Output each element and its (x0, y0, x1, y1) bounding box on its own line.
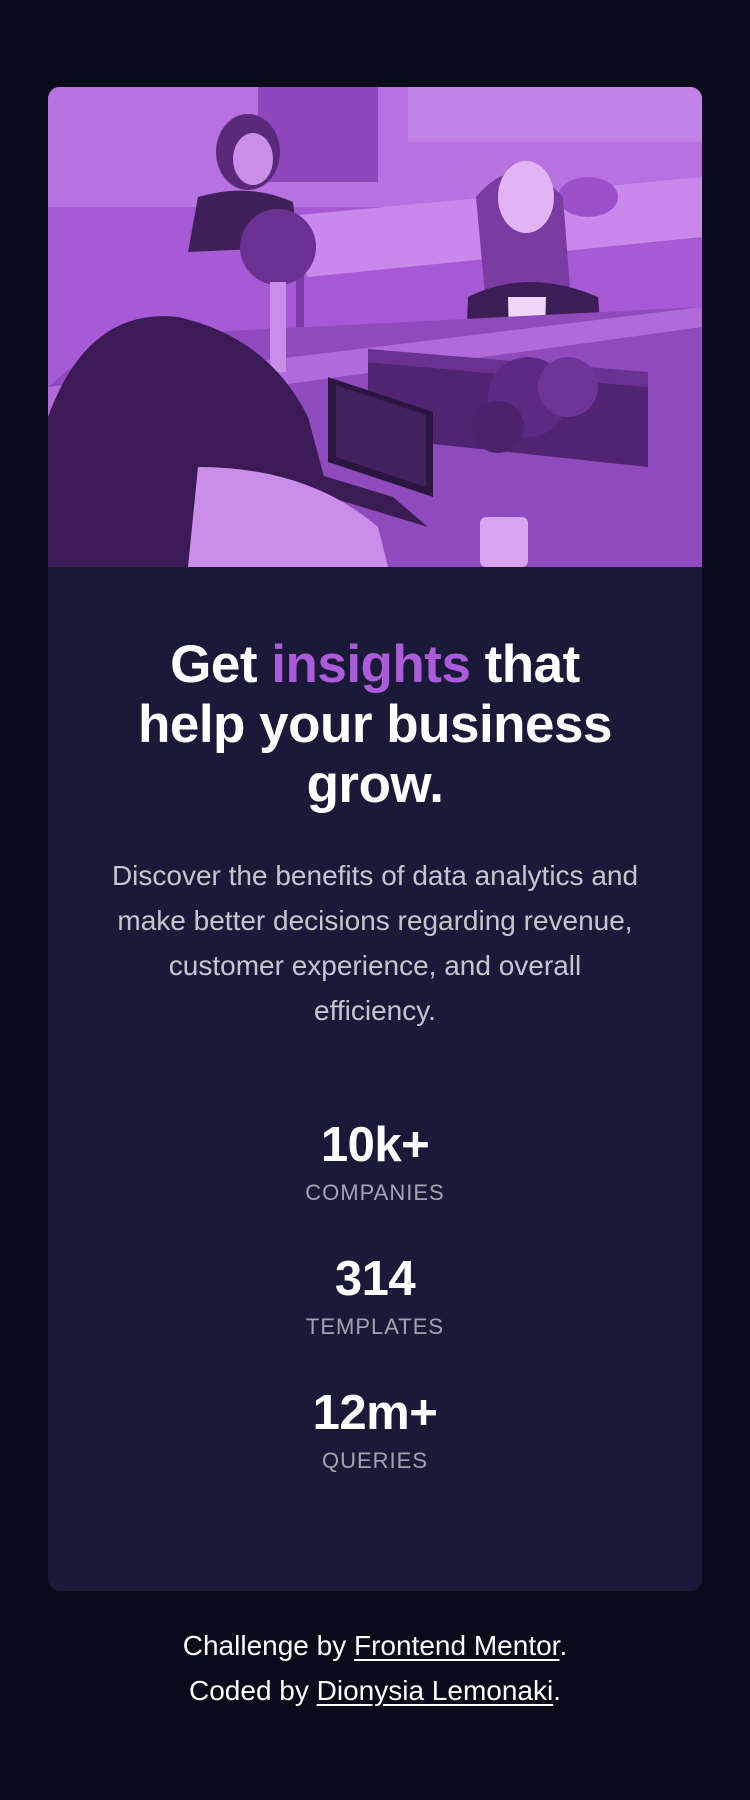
stat-value: 12m+ (312, 1386, 438, 1440)
stat-label: Queries (321, 1448, 429, 1473)
lead-paragraph: Discover the benefits of data analytics … (111, 860, 639, 1026)
stat-queries: 12m+ Queries (48, 1385, 702, 1475)
stat-templates: 314 Templates (48, 1251, 702, 1341)
card-content: Get insights that help your business gro… (48, 567, 702, 1475)
frontend-mentor-link[interactable]: Frontend Mentor (354, 1630, 559, 1661)
office-photo-illustration (48, 87, 702, 567)
attribution-challenge-prefix: Challenge by (182, 1630, 354, 1661)
stat-label: Companies (305, 1180, 445, 1205)
stat-value: 10k+ (320, 1118, 430, 1172)
attribution-line-coder: Coded by Dionysia Lemonaki. (0, 1668, 750, 1713)
attribution-coder-suffix: . (553, 1675, 561, 1706)
attribution: Challenge by Frontend Mentor. Coded by D… (0, 1623, 750, 1713)
headline-accent: insights (271, 635, 471, 694)
hero-image (48, 87, 702, 567)
headline-text-before: Get (170, 635, 272, 694)
attribution-line-challenge: Challenge by Frontend Mentor. (0, 1623, 750, 1668)
author-link[interactable]: Dionysia Lemonaki (317, 1675, 554, 1706)
stats-preview-card: Get insights that help your business gro… (48, 87, 702, 1591)
stats-list: 10k+ Companies 314 Templates 12m+ Querie… (48, 1117, 702, 1475)
stat-value: 314 (334, 1252, 416, 1306)
stat-label: Templates (305, 1314, 445, 1339)
headline: Get insights that help your business gro… (115, 635, 635, 815)
attribution-coder-prefix: Coded by (189, 1675, 317, 1706)
attribution-challenge-suffix: . (559, 1630, 568, 1661)
stat-companies: 10k+ Companies (48, 1117, 702, 1207)
